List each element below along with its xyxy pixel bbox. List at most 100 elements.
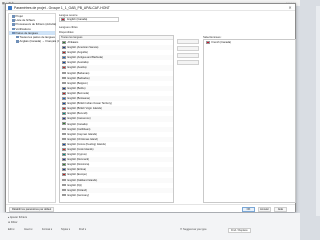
canada-flag-icon — [206, 40, 210, 44]
flag-icon — [62, 107, 66, 110]
flag-icon — [62, 76, 66, 80]
edit-menu[interactable]: Edit ▾ — [8, 228, 15, 231]
app-icon — [8, 5, 12, 10]
suggest-checkbox[interactable]: ☐ Suggest as you type — [180, 228, 207, 231]
language-name: English (Burundi) — [67, 112, 88, 116]
flag-icon — [62, 193, 66, 197]
flag-icon — [62, 71, 66, 75]
help-button[interactable]: Aide — [274, 206, 287, 212]
language-name: English (Bermuda) — [67, 91, 89, 95]
language-name: English (British Indian Ocean Territory) — [67, 102, 112, 106]
dialog-title: Paramètres de projet - Groupe 1_1_GAB_PB… — [14, 5, 110, 10]
app-right-strip — [316, 6, 320, 216]
flag-icon — [62, 127, 66, 131]
flag-icon — [62, 86, 66, 90]
settings-tree: Projet Liste de fichiers Processeurs de fi… — [8, 13, 69, 203]
settings-node-icon — [16, 40, 19, 43]
language-name: English (Christmas Island) — [67, 137, 98, 141]
language-name: French (Canada) — [211, 41, 232, 44]
flag-icon — [62, 132, 66, 136]
language-name: English (Anguilla) — [67, 51, 88, 55]
flag-icon — [62, 97, 66, 100]
flag-icon — [62, 61, 66, 65]
flag-icon — [62, 147, 66, 151]
language-name: English (Belgium) — [67, 81, 88, 85]
source-language-select[interactable]: English (Canada) — [59, 17, 119, 22]
project-settings-dialog: Paramètres de projet - Groupe 1_1_GAB_PB… — [5, 3, 296, 212]
settings-node-icon — [12, 31, 15, 35]
flag-icon — [62, 178, 66, 182]
language-name: English (Falkland Islands) — [67, 178, 98, 182]
format-menu[interactable]: Format ▾ — [42, 228, 52, 231]
settings-node-icon — [12, 19, 15, 22]
filter-link[interactable]: ⊕ Filtrer — [8, 221, 18, 224]
flag-icon — [62, 117, 66, 121]
transfer-buttons — [177, 39, 201, 67]
flag-icon — [62, 51, 66, 54]
language-name: English (British Virgin Islands) — [67, 107, 102, 111]
language-name: English (Barbados) — [67, 76, 90, 80]
language-name: English (Antigua and Barbuda) — [67, 56, 103, 60]
settings-node-icon — [12, 15, 15, 18]
language-name: English (Cook Islands) — [67, 147, 94, 151]
find-menu[interactable]: Find ▾ — [79, 228, 86, 231]
source-language-value: English (Canada) — [67, 18, 88, 22]
close-icon[interactable]: ✕ — [285, 4, 295, 11]
dialog-footer: Rétablir les paramètres par défaut OK An… — [6, 204, 295, 212]
cancel-button[interactable]: Annuler — [258, 206, 271, 212]
available-languages-list: Toutes les langues Afrikaans English (Ame… — [59, 35, 174, 203]
flag-icon — [62, 112, 66, 115]
language-name: Afrikaans — [67, 41, 79, 44]
language-name: English (Finland) — [67, 188, 87, 192]
dialog-titlebar: Paramètres de projet - Groupe 1_1_GAB_PB… — [6, 4, 295, 11]
flag-icon — [62, 91, 66, 95]
settings-node-icon — [16, 35, 19, 39]
language-name: English (Fiji) — [67, 183, 82, 187]
language-name: English (American Samoa) — [67, 46, 99, 50]
flag-icon — [62, 183, 66, 187]
language-list-item[interactable]: English (Germany) — [60, 193, 173, 198]
language-name: English (Cameroon) — [67, 117, 91, 121]
language-name: English (Canada) — [67, 122, 88, 126]
flag-icon — [62, 102, 66, 105]
selected-language-item[interactable]: French (Canada) — [204, 40, 295, 45]
ok-button[interactable]: OK — [242, 206, 255, 212]
canada-flag-icon — [61, 18, 65, 21]
flag-icon — [62, 122, 66, 126]
flag-icon — [62, 158, 66, 161]
editor-area: ▸ Ajouter fichiers ⊕ Filtrer Edit ▾ Inse… — [0, 213, 300, 240]
find-replace-field[interactable]: Find / Replace — [228, 228, 251, 233]
remove-button[interactable] — [177, 53, 199, 58]
flag-icon — [62, 46, 66, 49]
add-files-link[interactable]: ▸ Ajouter fichiers — [8, 216, 27, 219]
selected-languages-list: French (Canada) — [203, 39, 296, 203]
language-name: English (Cyprus) — [67, 153, 87, 157]
language-name: English (Dominica) — [67, 163, 90, 167]
flag-icon — [62, 81, 66, 85]
add-button[interactable] — [177, 39, 199, 44]
tree-node[interactable]: Anglais (Canada) → Français (Canada) — [9, 39, 69, 43]
language-pairs-panel: Langue source English (Canada) Langues c… — [59, 13, 297, 203]
language-name: English (Europe) — [67, 173, 87, 177]
flag-icon — [62, 163, 66, 166]
flag-icon — [62, 188, 66, 192]
styles-menu[interactable]: Styles ▾ — [61, 228, 70, 231]
language-name: English (Cocos (Keeling) Islands) — [67, 142, 106, 146]
flag-icon — [62, 168, 66, 171]
add-all-button[interactable] — [177, 46, 199, 51]
reset-defaults-button[interactable]: Rétablir les paramètres par défaut — [9, 206, 55, 212]
flag-icon — [62, 173, 66, 177]
settings-node-icon — [12, 27, 15, 31]
insert-menu[interactable]: Insert ▾ — [24, 228, 33, 231]
language-name: English (Cayman Islands) — [67, 132, 98, 136]
remove-all-button[interactable] — [177, 60, 199, 65]
language-name: English (Botswana) — [67, 97, 90, 101]
language-name: English (Austria) — [67, 66, 87, 70]
suggest-label: Suggest as you type — [183, 228, 207, 231]
language-name: English (Belize) — [67, 86, 86, 90]
language-name: English (Caribbean) — [67, 127, 91, 131]
flag-icon — [62, 40, 66, 44]
flag-icon — [62, 142, 66, 146]
language-name: English (Denmark) — [67, 158, 89, 162]
available-label: Disponibles: — [59, 30, 75, 34]
